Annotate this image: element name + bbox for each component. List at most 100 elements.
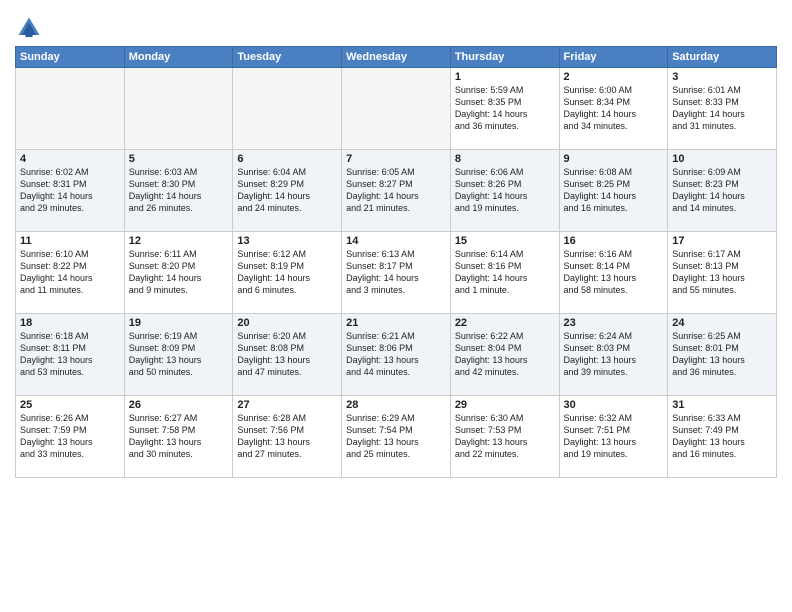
calendar-cell: 12Sunrise: 6:11 AM Sunset: 8:20 PM Dayli… xyxy=(124,232,233,314)
day-number: 7 xyxy=(346,153,446,165)
weekday-header-thursday: Thursday xyxy=(450,47,559,68)
day-number: 20 xyxy=(237,317,337,329)
day-number: 15 xyxy=(455,235,555,247)
weekday-header-saturday: Saturday xyxy=(668,47,777,68)
page-container: SundayMondayTuesdayWednesdayThursdayFrid… xyxy=(0,0,792,483)
day-number: 6 xyxy=(237,153,337,165)
day-number: 19 xyxy=(129,317,229,329)
day-info: Sunrise: 6:33 AM Sunset: 7:49 PM Dayligh… xyxy=(672,412,772,461)
calendar-cell xyxy=(233,68,342,150)
calendar-cell: 15Sunrise: 6:14 AM Sunset: 8:16 PM Dayli… xyxy=(450,232,559,314)
calendar-cell: 26Sunrise: 6:27 AM Sunset: 7:58 PM Dayli… xyxy=(124,396,233,478)
day-number: 17 xyxy=(672,235,772,247)
calendar-cell: 16Sunrise: 6:16 AM Sunset: 8:14 PM Dayli… xyxy=(559,232,668,314)
day-info: Sunrise: 6:17 AM Sunset: 8:13 PM Dayligh… xyxy=(672,248,772,297)
day-info: Sunrise: 6:25 AM Sunset: 8:01 PM Dayligh… xyxy=(672,330,772,379)
calendar-cell: 5Sunrise: 6:03 AM Sunset: 8:30 PM Daylig… xyxy=(124,150,233,232)
calendar-cell: 4Sunrise: 6:02 AM Sunset: 8:31 PM Daylig… xyxy=(16,150,125,232)
day-number: 26 xyxy=(129,399,229,411)
weekday-row: SundayMondayTuesdayWednesdayThursdayFrid… xyxy=(16,47,777,68)
calendar-table: SundayMondayTuesdayWednesdayThursdayFrid… xyxy=(15,46,777,478)
calendar-header: SundayMondayTuesdayWednesdayThursdayFrid… xyxy=(16,47,777,68)
day-info: Sunrise: 6:12 AM Sunset: 8:19 PM Dayligh… xyxy=(237,248,337,297)
day-info: Sunrise: 6:09 AM Sunset: 8:23 PM Dayligh… xyxy=(672,166,772,215)
calendar-cell: 6Sunrise: 6:04 AM Sunset: 8:29 PM Daylig… xyxy=(233,150,342,232)
calendar-cell: 14Sunrise: 6:13 AM Sunset: 8:17 PM Dayli… xyxy=(342,232,451,314)
day-number: 10 xyxy=(672,153,772,165)
calendar-cell: 19Sunrise: 6:19 AM Sunset: 8:09 PM Dayli… xyxy=(124,314,233,396)
day-number: 4 xyxy=(20,153,120,165)
day-number: 22 xyxy=(455,317,555,329)
day-number: 1 xyxy=(455,71,555,83)
calendar-cell xyxy=(124,68,233,150)
calendar-cell: 20Sunrise: 6:20 AM Sunset: 8:08 PM Dayli… xyxy=(233,314,342,396)
day-number: 13 xyxy=(237,235,337,247)
calendar-cell: 21Sunrise: 6:21 AM Sunset: 8:06 PM Dayli… xyxy=(342,314,451,396)
day-number: 16 xyxy=(564,235,664,247)
logo-icon xyxy=(15,14,43,42)
calendar-cell: 2Sunrise: 6:00 AM Sunset: 8:34 PM Daylig… xyxy=(559,68,668,150)
calendar-cell: 1Sunrise: 5:59 AM Sunset: 8:35 PM Daylig… xyxy=(450,68,559,150)
week-row-1: 1Sunrise: 5:59 AM Sunset: 8:35 PM Daylig… xyxy=(16,68,777,150)
logo xyxy=(15,14,45,42)
calendar-cell: 27Sunrise: 6:28 AM Sunset: 7:56 PM Dayli… xyxy=(233,396,342,478)
day-info: Sunrise: 6:02 AM Sunset: 8:31 PM Dayligh… xyxy=(20,166,120,215)
calendar-cell: 28Sunrise: 6:29 AM Sunset: 7:54 PM Dayli… xyxy=(342,396,451,478)
day-info: Sunrise: 6:32 AM Sunset: 7:51 PM Dayligh… xyxy=(564,412,664,461)
day-info: Sunrise: 6:20 AM Sunset: 8:08 PM Dayligh… xyxy=(237,330,337,379)
calendar-cell: 29Sunrise: 6:30 AM Sunset: 7:53 PM Dayli… xyxy=(450,396,559,478)
day-info: Sunrise: 6:22 AM Sunset: 8:04 PM Dayligh… xyxy=(455,330,555,379)
calendar-cell: 23Sunrise: 6:24 AM Sunset: 8:03 PM Dayli… xyxy=(559,314,668,396)
day-info: Sunrise: 6:04 AM Sunset: 8:29 PM Dayligh… xyxy=(237,166,337,215)
day-info: Sunrise: 6:00 AM Sunset: 8:34 PM Dayligh… xyxy=(564,84,664,133)
calendar-body: 1Sunrise: 5:59 AM Sunset: 8:35 PM Daylig… xyxy=(16,68,777,478)
calendar-cell: 17Sunrise: 6:17 AM Sunset: 8:13 PM Dayli… xyxy=(668,232,777,314)
calendar-cell: 8Sunrise: 6:06 AM Sunset: 8:26 PM Daylig… xyxy=(450,150,559,232)
calendar-cell: 3Sunrise: 6:01 AM Sunset: 8:33 PM Daylig… xyxy=(668,68,777,150)
day-info: Sunrise: 6:18 AM Sunset: 8:11 PM Dayligh… xyxy=(20,330,120,379)
day-info: Sunrise: 6:28 AM Sunset: 7:56 PM Dayligh… xyxy=(237,412,337,461)
calendar-cell: 25Sunrise: 6:26 AM Sunset: 7:59 PM Dayli… xyxy=(16,396,125,478)
calendar-cell: 22Sunrise: 6:22 AM Sunset: 8:04 PM Dayli… xyxy=(450,314,559,396)
day-info: Sunrise: 6:11 AM Sunset: 8:20 PM Dayligh… xyxy=(129,248,229,297)
day-info: Sunrise: 6:19 AM Sunset: 8:09 PM Dayligh… xyxy=(129,330,229,379)
day-info: Sunrise: 6:26 AM Sunset: 7:59 PM Dayligh… xyxy=(20,412,120,461)
day-info: Sunrise: 6:14 AM Sunset: 8:16 PM Dayligh… xyxy=(455,248,555,297)
day-number: 8 xyxy=(455,153,555,165)
calendar-cell: 18Sunrise: 6:18 AM Sunset: 8:11 PM Dayli… xyxy=(16,314,125,396)
day-number: 5 xyxy=(129,153,229,165)
day-info: Sunrise: 6:06 AM Sunset: 8:26 PM Dayligh… xyxy=(455,166,555,215)
day-number: 12 xyxy=(129,235,229,247)
day-number: 9 xyxy=(564,153,664,165)
calendar-cell: 7Sunrise: 6:05 AM Sunset: 8:27 PM Daylig… xyxy=(342,150,451,232)
calendar-cell: 9Sunrise: 6:08 AM Sunset: 8:25 PM Daylig… xyxy=(559,150,668,232)
day-info: Sunrise: 6:01 AM Sunset: 8:33 PM Dayligh… xyxy=(672,84,772,133)
calendar-cell: 11Sunrise: 6:10 AM Sunset: 8:22 PM Dayli… xyxy=(16,232,125,314)
day-info: Sunrise: 6:13 AM Sunset: 8:17 PM Dayligh… xyxy=(346,248,446,297)
day-info: Sunrise: 5:59 AM Sunset: 8:35 PM Dayligh… xyxy=(455,84,555,133)
weekday-header-tuesday: Tuesday xyxy=(233,47,342,68)
calendar-cell xyxy=(342,68,451,150)
day-info: Sunrise: 6:29 AM Sunset: 7:54 PM Dayligh… xyxy=(346,412,446,461)
day-number: 18 xyxy=(20,317,120,329)
day-number: 30 xyxy=(564,399,664,411)
header xyxy=(15,10,777,42)
day-number: 23 xyxy=(564,317,664,329)
week-row-4: 18Sunrise: 6:18 AM Sunset: 8:11 PM Dayli… xyxy=(16,314,777,396)
week-row-2: 4Sunrise: 6:02 AM Sunset: 8:31 PM Daylig… xyxy=(16,150,777,232)
day-number: 2 xyxy=(564,71,664,83)
day-number: 28 xyxy=(346,399,446,411)
day-number: 21 xyxy=(346,317,446,329)
day-info: Sunrise: 6:03 AM Sunset: 8:30 PM Dayligh… xyxy=(129,166,229,215)
day-number: 27 xyxy=(237,399,337,411)
day-info: Sunrise: 6:27 AM Sunset: 7:58 PM Dayligh… xyxy=(129,412,229,461)
day-info: Sunrise: 6:16 AM Sunset: 8:14 PM Dayligh… xyxy=(564,248,664,297)
day-info: Sunrise: 6:08 AM Sunset: 8:25 PM Dayligh… xyxy=(564,166,664,215)
weekday-header-monday: Monday xyxy=(124,47,233,68)
day-info: Sunrise: 6:10 AM Sunset: 8:22 PM Dayligh… xyxy=(20,248,120,297)
day-info: Sunrise: 6:30 AM Sunset: 7:53 PM Dayligh… xyxy=(455,412,555,461)
day-number: 24 xyxy=(672,317,772,329)
day-number: 11 xyxy=(20,235,120,247)
calendar-cell: 10Sunrise: 6:09 AM Sunset: 8:23 PM Dayli… xyxy=(668,150,777,232)
calendar-cell xyxy=(16,68,125,150)
